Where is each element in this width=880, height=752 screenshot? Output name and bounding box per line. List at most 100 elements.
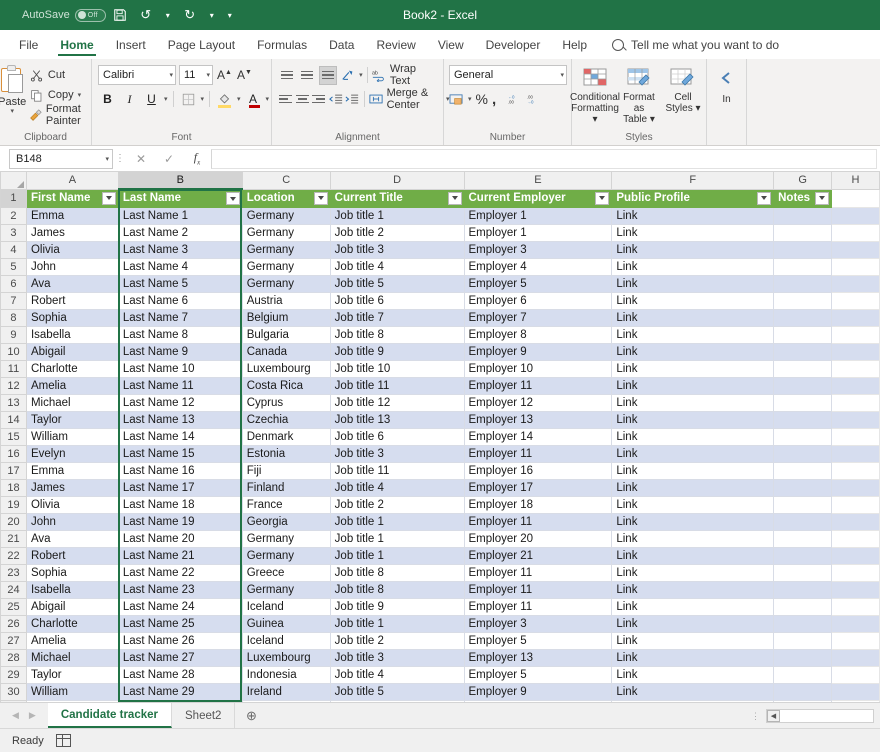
cell-notes-22[interactable] (774, 547, 832, 564)
row-header-14[interactable]: 14 (1, 411, 27, 428)
cell-last-name-20[interactable]: Last Name 19 (118, 513, 242, 530)
table-row[interactable]: 3JamesLast Name 2GermanyJob title 2Emplo… (1, 224, 880, 241)
cell-current-title-26[interactable]: Job title 1 (330, 615, 464, 632)
cell-notes-9[interactable] (774, 326, 832, 343)
table-row[interactable]: 25AbigailLast Name 24IcelandJob title 9E… (1, 598, 880, 615)
cell-notes-6[interactable] (774, 275, 832, 292)
cell-h11[interactable] (832, 360, 880, 377)
font-name-dropdown-icon[interactable]: ▾ (166, 71, 173, 79)
paste-dropdown-icon[interactable]: ▾ (10, 108, 14, 115)
column-header-e[interactable]: E (464, 172, 612, 189)
cell-public-profile-15[interactable]: Link (612, 428, 774, 445)
cell-first-name-11[interactable]: Charlotte (26, 360, 118, 377)
cell-first-name-24[interactable]: Isabella (26, 581, 118, 598)
cell-current-title-15[interactable]: Job title 6 (330, 428, 464, 445)
cell-notes-3[interactable] (774, 224, 832, 241)
orientation-dropdown-icon[interactable]: ▾ (359, 72, 363, 79)
cell-current-employer-15[interactable]: Employer 14 (464, 428, 612, 445)
cell-notes-20[interactable] (774, 513, 832, 530)
number-format-dropdown-icon[interactable]: ▾ (557, 71, 564, 79)
row-header-25[interactable]: 25 (1, 598, 27, 615)
format-painter-button[interactable]: Format Painter (29, 106, 96, 124)
cell-public-profile-4[interactable]: Link (612, 241, 774, 258)
cell-current-title-7[interactable]: Job title 6 (330, 292, 464, 309)
column-header-h[interactable]: H (832, 172, 880, 189)
decrease-decimal-button[interactable]: .00→0 (527, 90, 542, 108)
cell-notes-11[interactable] (774, 360, 832, 377)
cell-last-name-24[interactable]: Last Name 23 (118, 581, 242, 598)
cell-first-name-9[interactable]: Isabella (26, 326, 118, 343)
borders-button[interactable] (179, 90, 198, 109)
cell-notes-17[interactable] (774, 462, 832, 479)
select-all-corner[interactable] (1, 172, 27, 189)
underline-dropdown-icon[interactable]: ▾ (164, 96, 168, 103)
cell-last-name-16[interactable]: Last Name 15 (118, 445, 242, 462)
cell-public-profile-14[interactable]: Link (612, 411, 774, 428)
cell-h3[interactable] (832, 224, 880, 241)
cell-notes-26[interactable] (774, 615, 832, 632)
cell-public-profile-28[interactable]: Link (612, 649, 774, 666)
cell-notes-23[interactable] (774, 564, 832, 581)
table-row[interactable]: 21AvaLast Name 20GermanyJob title 1Emplo… (1, 530, 880, 547)
font-size-combo[interactable]: 11 ▾ (179, 65, 213, 85)
filter-dropdown-icon-location[interactable] (314, 192, 328, 205)
row-header-6[interactable]: 6 (1, 275, 27, 292)
cell-h13[interactable] (832, 394, 880, 411)
table-row[interactable]: 7RobertLast Name 6AustriaJob title 6Empl… (1, 292, 880, 309)
row-header-23[interactable]: 23 (1, 564, 27, 581)
cell-h14[interactable] (832, 411, 880, 428)
fill-color-dropdown-icon[interactable]: ▾ (237, 96, 241, 103)
row-header-31[interactable]: 31 (1, 700, 27, 702)
cell-public-profile-7[interactable]: Link (612, 292, 774, 309)
cell-last-name-17[interactable]: Last Name 16 (118, 462, 242, 479)
name-box-dropdown-icon[interactable]: ▾ (105, 155, 109, 163)
copy-button[interactable]: Copy ▾ (29, 86, 96, 104)
cell-first-name-29[interactable]: Taylor (26, 666, 118, 683)
table-row[interactable]: 5JohnLast Name 4GermanyJob title 4Employ… (1, 258, 880, 275)
cell-notes-18[interactable] (774, 479, 832, 496)
tab-split-handle[interactable]: ⋮ (751, 712, 760, 720)
cell-h31[interactable] (832, 700, 880, 702)
cell-h21[interactable] (832, 530, 880, 547)
font-size-dropdown-icon[interactable]: ▾ (203, 71, 210, 79)
cell-current-title-2[interactable]: Job title 1 (330, 207, 464, 224)
cell-h15[interactable] (832, 428, 880, 445)
accounting-dropdown-icon[interactable]: ▾ (468, 96, 472, 103)
align-top-button[interactable] (278, 66, 296, 85)
cell-location-23[interactable]: Greece (242, 564, 330, 581)
percent-style-button[interactable]: % (476, 90, 488, 108)
cell-public-profile-26[interactable]: Link (612, 615, 774, 632)
cell-notes-16[interactable] (774, 445, 832, 462)
cell-first-name-2[interactable]: Emma (26, 207, 118, 224)
cell-public-profile-8[interactable]: Link (612, 309, 774, 326)
cell-public-profile-17[interactable]: Link (612, 462, 774, 479)
cell-current-employer-13[interactable]: Employer 12 (464, 394, 612, 411)
orientation-button[interactable] (339, 66, 357, 85)
cell-h20[interactable] (832, 513, 880, 530)
cell-last-name-6[interactable]: Last Name 5 (118, 275, 242, 292)
cell-current-title-31[interactable]: Job title 6 (330, 700, 464, 702)
cell-first-name-22[interactable]: Robert (26, 547, 118, 564)
row-header-21[interactable]: 21 (1, 530, 27, 547)
cell-public-profile-9[interactable]: Link (612, 326, 774, 343)
cell-current-employer-3[interactable]: Employer 1 (464, 224, 612, 241)
cell-location-8[interactable]: Belgium (242, 309, 330, 326)
row-header-24[interactable]: 24 (1, 581, 27, 598)
cell-location-20[interactable]: Georgia (242, 513, 330, 530)
cell-location-11[interactable]: Luxembourg (242, 360, 330, 377)
cell-current-employer-12[interactable]: Employer 11 (464, 377, 612, 394)
borders-dropdown-icon[interactable]: ▾ (201, 96, 205, 103)
table-row[interactable]: 24IsabellaLast Name 23GermanyJob title 8… (1, 581, 880, 598)
table-row[interactable]: 14TaylorLast Name 13CzechiaJob title 13E… (1, 411, 880, 428)
conditional-formatting-button[interactable]: Conditional Formatting ▾ (573, 66, 617, 125)
tab-data[interactable]: Data (318, 30, 365, 59)
row-header-16[interactable]: 16 (1, 445, 27, 462)
cell-current-employer-7[interactable]: Employer 6 (464, 292, 612, 309)
cell-public-profile-21[interactable]: Link (612, 530, 774, 547)
copy-dropdown-icon[interactable]: ▾ (78, 92, 82, 99)
row-header-4[interactable]: 4 (1, 241, 27, 258)
table-header-location[interactable]: Location (242, 189, 330, 207)
table-row[interactable]: 9IsabellaLast Name 8BulgariaJob title 8E… (1, 326, 880, 343)
cell-location-29[interactable]: Indonesia (242, 666, 330, 683)
cell-h19[interactable] (832, 496, 880, 513)
